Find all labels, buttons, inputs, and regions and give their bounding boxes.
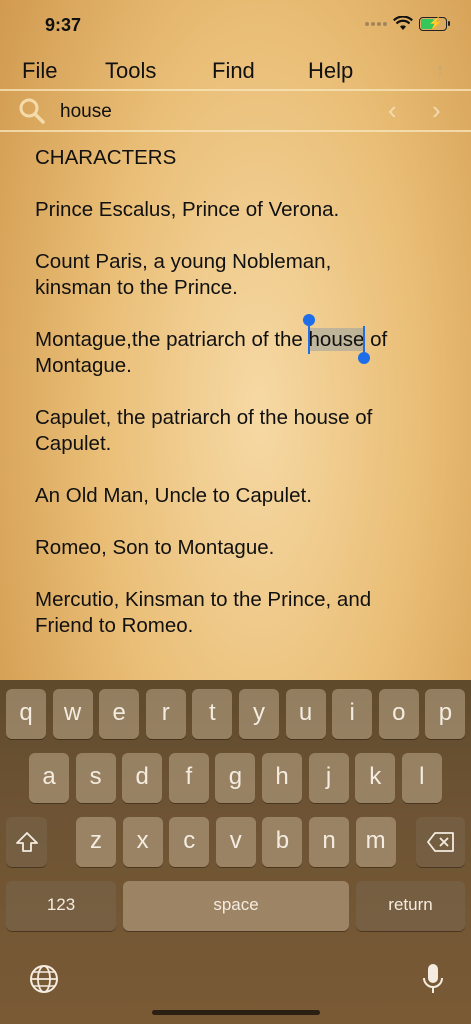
home-indicator	[152, 1010, 320, 1015]
status-bar: 9:37 ⚡	[0, 0, 471, 50]
key-d[interactable]: d	[122, 753, 163, 803]
key-c[interactable]: c	[169, 817, 210, 867]
numbers-key[interactable]: 123	[6, 881, 116, 931]
status-icons: ⚡	[365, 16, 450, 31]
key-j[interactable]: j	[308, 753, 349, 803]
menu-file[interactable]: File	[22, 58, 57, 84]
selection-start-handle[interactable]	[307, 326, 310, 354]
doc-paragraph: An Old Man, Uncle to Capulet.	[35, 484, 312, 507]
selection-end-handle[interactable]	[363, 326, 366, 354]
key-i[interactable]: i	[332, 689, 373, 739]
key-q[interactable]: q	[6, 689, 46, 739]
divider	[0, 89, 471, 91]
delete-key[interactable]	[416, 817, 465, 867]
key-l[interactable]: l	[401, 753, 442, 803]
next-match-icon[interactable]: ›	[432, 95, 441, 126]
globe-icon[interactable]	[28, 963, 60, 1000]
key-m[interactable]: m	[355, 817, 396, 867]
wifi-icon	[393, 16, 413, 31]
key-b[interactable]: b	[262, 817, 303, 867]
key-k[interactable]: k	[355, 753, 396, 803]
menu-bar: File Tools Find Help ↑	[0, 54, 471, 88]
menu-tools[interactable]: Tools	[105, 58, 156, 84]
divider	[0, 130, 471, 132]
key-v[interactable]: v	[215, 817, 256, 867]
key-o[interactable]: o	[378, 689, 419, 739]
status-time: 9:37	[45, 15, 82, 35]
battery-icon: ⚡	[419, 16, 450, 31]
key-e[interactable]: e	[99, 689, 140, 739]
key-f[interactable]: f	[168, 753, 209, 803]
key-n[interactable]: n	[309, 817, 349, 867]
doc-heading: CHARACTERS	[35, 146, 177, 169]
key-u[interactable]: u	[285, 689, 326, 739]
key-r[interactable]: r	[145, 689, 186, 739]
doc-paragraph: Capulet, the patriarch of the house of C…	[35, 406, 373, 455]
microphone-icon[interactable]	[422, 963, 444, 1000]
key-h[interactable]: h	[262, 753, 302, 803]
key-p[interactable]: p	[425, 689, 466, 739]
menu-help[interactable]: Help	[308, 58, 353, 84]
key-w[interactable]: w	[52, 689, 93, 739]
cellular-signal-icon	[365, 21, 387, 26]
keyboard: qwertyuiop asdfghjkl zxcvbnm 123 space r…	[0, 680, 471, 1024]
document-text[interactable]: CHARACTERS Prince Escalus, Prince of Ver…	[35, 145, 455, 665]
key-y[interactable]: y	[239, 689, 279, 739]
arrow-up-icon[interactable]: ↑	[435, 60, 445, 83]
space-key[interactable]: space	[123, 881, 349, 931]
key-g[interactable]: g	[215, 753, 256, 803]
key-z[interactable]: z	[76, 817, 116, 867]
previous-match-icon[interactable]: ‹	[388, 95, 397, 126]
search-match-highlight[interactable]: house	[302, 314, 371, 364]
doc-paragraph: Prince Escalus, Prince of Verona.	[35, 198, 340, 221]
key-t[interactable]: t	[192, 689, 233, 739]
doc-paragraph: Montague,the patriarch of the house of M…	[35, 314, 455, 379]
shift-key[interactable]	[6, 817, 47, 867]
menu-find[interactable]: Find	[212, 58, 255, 84]
find-bar: ‹ ›	[0, 93, 471, 129]
key-x[interactable]: x	[122, 817, 163, 867]
key-s[interactable]: s	[75, 753, 116, 803]
selection-start-knob[interactable]	[302, 314, 315, 326]
doc-paragraph: Romeo, Son to Montague.	[35, 536, 275, 559]
key-a[interactable]: a	[29, 753, 69, 803]
doc-paragraph: Mercutio, Kinsman to the Prince, and Fri…	[35, 588, 372, 637]
doc-paragraph: Count Paris, a young Nobleman, kinsman t…	[35, 250, 332, 299]
backspace-icon	[426, 832, 454, 852]
search-icon	[18, 97, 46, 130]
shift-icon	[15, 832, 38, 852]
return-key[interactable]: return	[356, 881, 465, 931]
search-input[interactable]	[60, 101, 360, 123]
